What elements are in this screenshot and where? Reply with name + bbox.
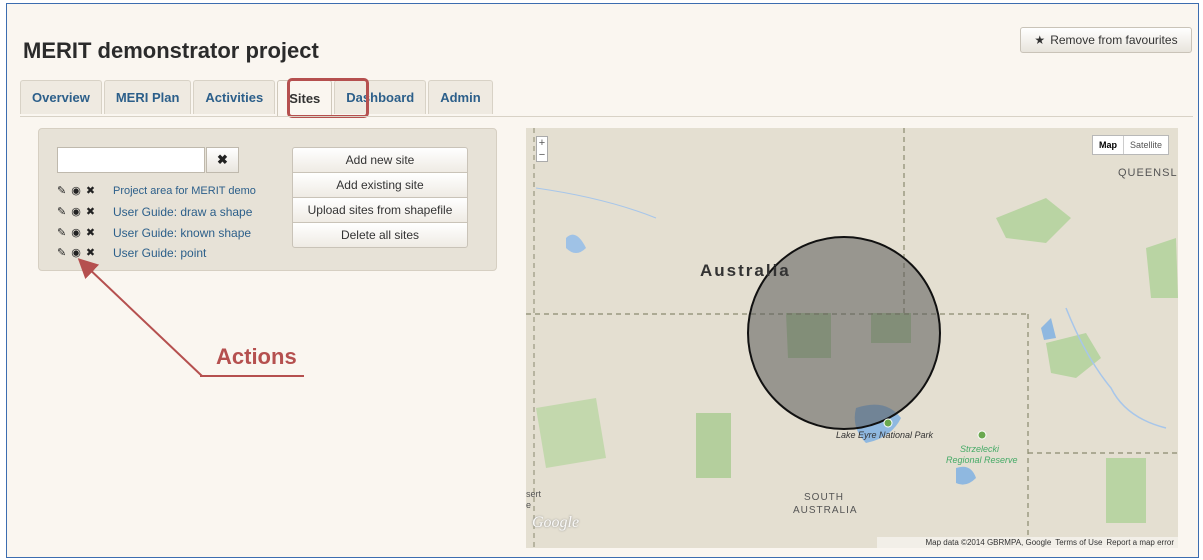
google-logo: Google	[532, 514, 580, 531]
map-type-control: Map Satellite	[1092, 135, 1170, 155]
map-label-strzelecki-1: Strzelecki	[960, 444, 1000, 454]
map-label-sa-1: SOUTH	[804, 492, 844, 503]
zoom-in-button[interactable]: +	[537, 137, 547, 149]
map-data-credit: Map data ©2014 GBRMPA, Google	[925, 538, 1052, 547]
site-map[interactable]: Australia QUEENSL SOUTH AUSTRALIA Lake E…	[526, 128, 1178, 548]
terms-of-use-link[interactable]: Terms of Use	[1055, 538, 1102, 547]
map-label-park: Lake Eyre National Park	[836, 430, 934, 440]
actions-annotation-underline	[200, 375, 304, 377]
map-zoom-control: + −	[536, 136, 548, 162]
map-canvas	[526, 128, 1178, 548]
map-label-australia: Australia	[700, 261, 791, 280]
map-label-edge-2: e	[526, 500, 532, 510]
map-type-map[interactable]: Map	[1093, 136, 1124, 154]
actions-annotation-label: Actions	[216, 344, 297, 369]
report-map-error-link[interactable]: Report a map error	[1106, 538, 1174, 547]
map-label-sa-2: AUSTRALIA	[793, 505, 858, 516]
zoom-out-button[interactable]: −	[537, 149, 547, 161]
map-footer: Map data ©2014 GBRMPA, Google Terms of U…	[877, 537, 1178, 548]
map-label-strzelecki-2: Regional Reserve	[946, 455, 1018, 465]
map-label-queensland: QUEENSL	[1118, 167, 1178, 179]
map-type-satellite[interactable]: Satellite	[1124, 136, 1168, 154]
map-label-edge-1: sert	[526, 489, 542, 499]
